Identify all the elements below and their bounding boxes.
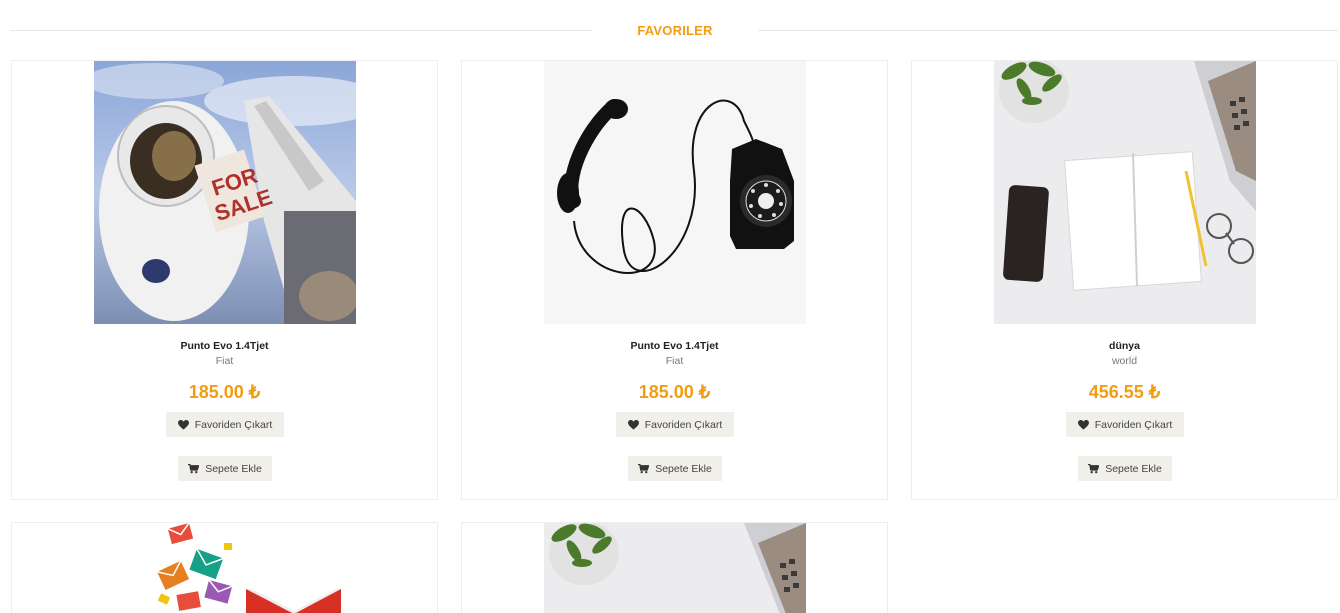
product-price: 185.00 ₺ (188, 382, 261, 402)
product-card: FOR SALE Punto Evo 1.4Tjet Fiat 185.00 ₺… (11, 60, 438, 500)
product-image-telephone[interactable] (544, 61, 806, 324)
product-card (11, 522, 438, 613)
remove-favorite-button[interactable]: Favoriden Çıkart (616, 412, 734, 437)
product-price: 456.55 ₺ (1088, 382, 1161, 402)
product-brand: Fiat (215, 355, 234, 367)
remove-favorite-button[interactable]: Favoriden Çıkart (166, 412, 284, 437)
add-to-cart-label: Sepete Ekle (1105, 462, 1162, 475)
product-brand: world (1111, 355, 1138, 367)
add-to-cart-label: Sepete Ekle (655, 462, 712, 475)
remove-favorite-label: Favoriden Çıkart (1094, 418, 1173, 431)
add-to-cart-button[interactable]: Sepete Ekle (1078, 456, 1172, 481)
product-image-desk-plant[interactable] (544, 523, 806, 613)
product-card: dünya world 456.55 ₺ Favoriden Çıkart Se… (911, 60, 1338, 500)
remove-favorite-label: Favoriden Çıkart (194, 418, 273, 431)
heart-icon (177, 419, 189, 430)
cart-icon (638, 463, 650, 473)
product-price: 185.00 ₺ (638, 382, 711, 402)
add-to-cart-button[interactable]: Sepete Ekle (628, 456, 722, 481)
product-card: Punto Evo 1.4Tjet Fiat 185.00 ₺ Favoride… (461, 60, 888, 500)
remove-favorite-label: Favoriden Çıkart (644, 418, 723, 431)
product-name[interactable]: Punto Evo 1.4Tjet (12, 340, 437, 352)
product-image-astronaut[interactable]: FOR SALE (94, 61, 356, 324)
cart-icon (188, 463, 200, 473)
product-card (461, 522, 888, 613)
remove-favorite-button[interactable]: Favoriden Çıkart (1066, 412, 1184, 437)
product-name[interactable]: dünya (912, 340, 1337, 352)
product-brand: Fiat (665, 355, 684, 367)
add-to-cart-label: Sepete Ekle (205, 462, 262, 475)
section-title: FAVORILER (637, 23, 713, 38)
product-name[interactable]: Punto Evo 1.4Tjet (462, 340, 887, 352)
product-image-envelopes[interactable] (94, 523, 356, 613)
header-divider-left (10, 30, 592, 31)
header-divider-right (758, 30, 1338, 31)
add-to-cart-button[interactable]: Sepete Ekle (178, 456, 272, 481)
product-image-desk[interactable] (994, 61, 1256, 324)
heart-icon (627, 419, 639, 430)
section-header: FAVORILER (10, 16, 1338, 46)
heart-icon (1077, 419, 1089, 430)
cart-icon (1088, 463, 1100, 473)
